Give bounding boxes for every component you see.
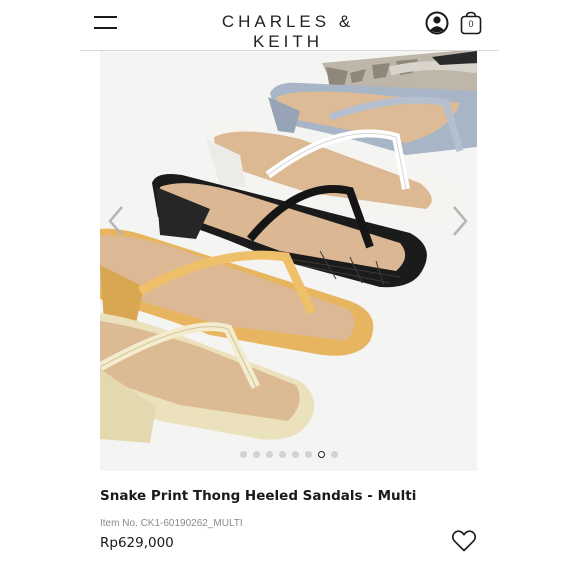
carousel-dot[interactable] (291, 451, 299, 458)
chevron-right-icon[interactable] (448, 201, 472, 241)
carousel-dot-active[interactable] (317, 451, 325, 458)
chevron-left-icon[interactable] (104, 201, 128, 241)
heart-icon[interactable] (451, 529, 477, 553)
hamburger-menu-icon[interactable] (94, 15, 117, 31)
user-account-icon[interactable] (425, 11, 449, 35)
carousel-dot[interactable] (239, 451, 247, 458)
product-price: Rp629,000 (100, 535, 174, 551)
carousel-dot[interactable] (252, 451, 260, 458)
item-number: Item No. CK1-60190262_MULTI (100, 518, 243, 529)
brand-logo[interactable]: CHARLES & KEITH (188, 12, 388, 52)
carousel-dot[interactable] (304, 451, 312, 458)
product-image-gallery[interactable] (100, 51, 477, 471)
shopping-bag-icon[interactable]: 0 (458, 10, 484, 36)
product-title: Snake Print Thong Heeled Sandals - Multi (100, 488, 417, 504)
carousel-dot[interactable] (278, 451, 286, 458)
carousel-dot[interactable] (265, 451, 273, 458)
carousel-pagination (100, 451, 477, 461)
bag-count-badge: 0 (468, 19, 474, 29)
product-photo (100, 51, 477, 471)
site-header: CHARLES & KEITH 0 (80, 0, 499, 51)
carousel-dot[interactable] (330, 451, 338, 458)
